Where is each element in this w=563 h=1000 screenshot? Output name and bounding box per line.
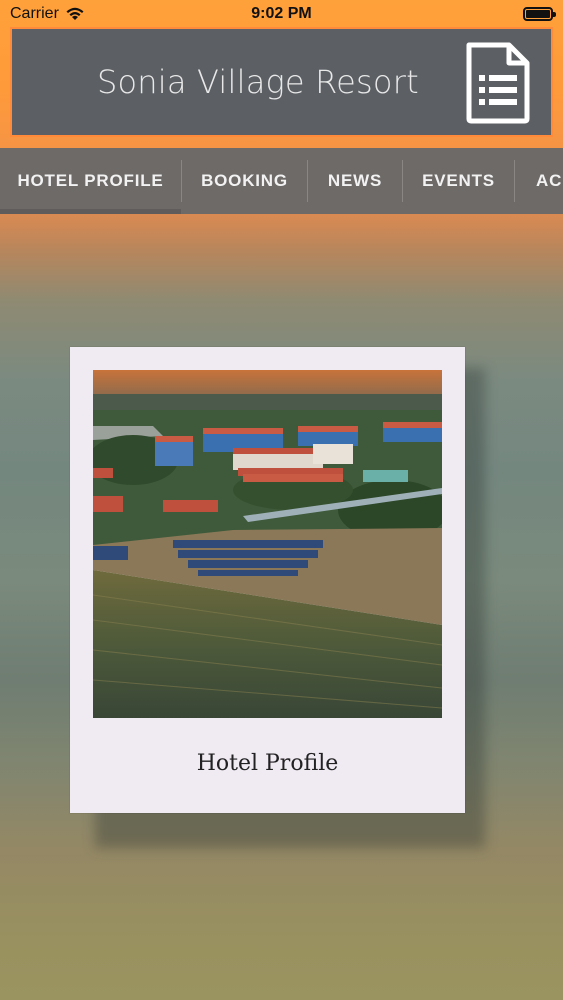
tab-news[interactable]: NEWS [308, 148, 402, 214]
tab-label: EVENTS [422, 171, 495, 190]
tab-divider [514, 160, 515, 202]
app-header: Carrier 9:02 PM Sonia Village Resort [0, 0, 563, 148]
tab-accommodation[interactable]: AC [536, 148, 562, 214]
tab-booking[interactable]: BOOKING [182, 148, 307, 214]
document-list-button[interactable] [463, 41, 533, 125]
hotel-profile-card[interactable]: Hotel Profile [70, 347, 465, 813]
resort-photo [93, 370, 442, 718]
battery-icon [523, 7, 556, 21]
tab-label: AC [536, 171, 563, 190]
tab-label: BOOKING [201, 171, 288, 190]
status-bar: Carrier 9:02 PM [0, 0, 563, 28]
card-caption: Hotel Profile [196, 751, 339, 776]
title-bar: Sonia Village Resort [10, 27, 553, 137]
tab-events[interactable]: EVENTS [403, 148, 514, 214]
tab-label: HOTEL PROFILE [17, 171, 164, 190]
app-title: Sonia Village Resort [97, 63, 419, 101]
tab-hotel-profile[interactable]: HOTEL PROFILE [0, 148, 181, 214]
document-list-icon [466, 42, 530, 124]
status-time: 9:02 PM [251, 5, 312, 22]
tab-bar: HOTEL PROFILE BOOKING NEWS EVENTS AC [0, 148, 563, 214]
tab-label: NEWS [327, 171, 383, 190]
